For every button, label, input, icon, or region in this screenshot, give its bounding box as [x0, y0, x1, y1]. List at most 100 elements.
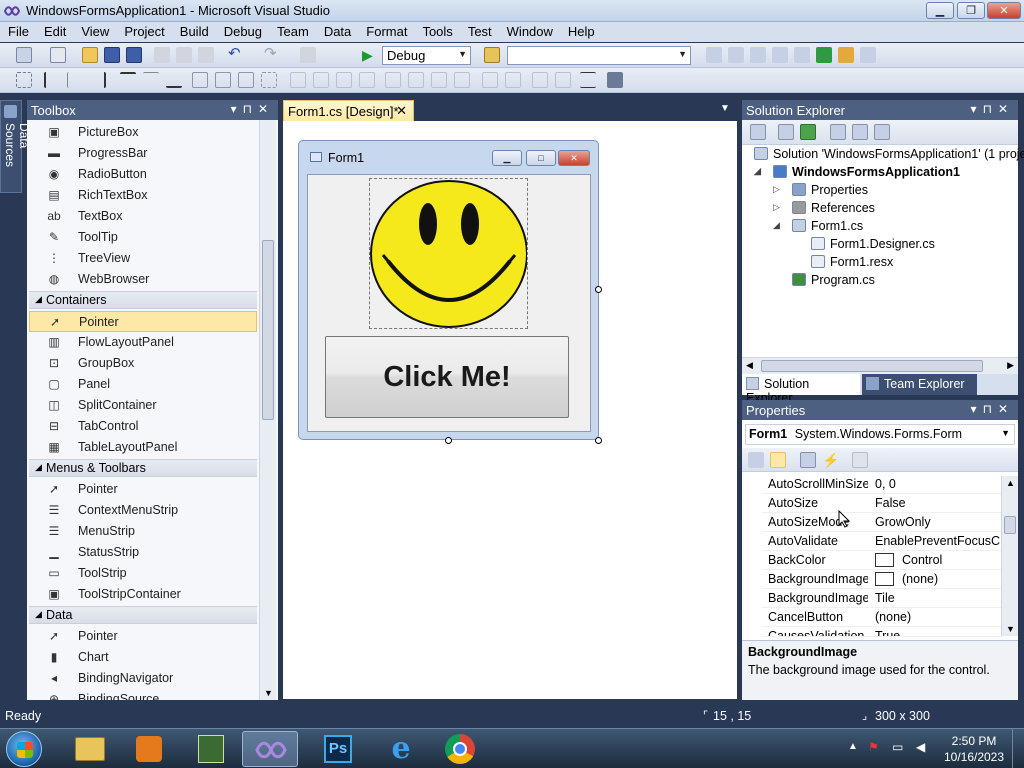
toolbox-item-webbrowser[interactable]: ◍ WebBrowser [29, 269, 257, 290]
toolbox-item-tabcontrol[interactable]: ⊟ TabControl [29, 416, 257, 437]
taskbar-media-player[interactable] [122, 731, 178, 767]
close-button[interactable]: ✕ [987, 2, 1021, 19]
click-me-button[interactable]: Click Me! [325, 336, 569, 418]
command-window-icon[interactable] [838, 47, 854, 63]
toolbox-item-menustrip[interactable]: ☰ MenuStrip [29, 521, 257, 542]
vertical-spacing-increase-icon[interactable] [408, 72, 424, 88]
tree-node[interactable]: Program.cs [792, 273, 875, 287]
tree-node[interactable]: ▷ Properties [773, 183, 868, 197]
scroll-down-icon[interactable]: ▼ [264, 688, 273, 698]
paste-icon[interactable] [198, 47, 214, 63]
toolbox-item-picturebox[interactable]: ▣ PictureBox [29, 122, 257, 143]
toolbox-item-splitcontainer[interactable]: ◫ SplitContainer [29, 395, 257, 416]
align-bottoms-icon[interactable] [166, 72, 182, 88]
property-value[interactable]: True [875, 629, 1002, 636]
window-position-icon[interactable]: ▾ [971, 102, 983, 116]
bring-to-front-icon[interactable] [532, 72, 548, 88]
toolbox-item-tablelayoutpanel[interactable]: ▦ TableLayoutPanel [29, 437, 257, 458]
property-value[interactable]: GrowOnly [875, 515, 1002, 529]
toolbox-group-containers[interactable]: ◢ Containers [29, 291, 257, 309]
volume-icon[interactable]: ◀ [916, 740, 930, 754]
horizontal-spacing-increase-icon[interactable] [313, 72, 329, 88]
resize-handle-bottom[interactable] [445, 437, 452, 444]
align-lefts-icon[interactable] [44, 72, 60, 88]
align-rights-icon[interactable] [90, 72, 106, 88]
expand-arrow-icon[interactable]: ▷ [773, 202, 780, 213]
resize-handle-corner[interactable] [595, 437, 602, 444]
menu-help[interactable]: Help [560, 22, 602, 42]
window-position-icon[interactable]: ▾ [231, 102, 243, 116]
tab-form1-design[interactable]: Form1.cs [Design]* ✕ [283, 100, 414, 121]
properties-scroll-thumb[interactable] [1004, 516, 1016, 534]
maximize-button[interactable]: ❐ [957, 2, 985, 19]
size-to-grid-icon[interactable] [261, 72, 277, 88]
tab-order-icon[interactable] [580, 72, 596, 88]
property-row[interactable]: CausesValidation True [762, 627, 1002, 637]
object-browser-icon[interactable] [750, 47, 766, 63]
toolbox-item-panel[interactable]: ▢ Panel [29, 374, 257, 395]
add-item-icon[interactable] [50, 47, 66, 63]
start-button[interactable] [6, 731, 42, 767]
other-windows-icon[interactable] [860, 47, 876, 63]
redo-icon[interactable]: ↷ [264, 46, 280, 63]
class-diagram-icon[interactable] [874, 124, 890, 140]
toolbox-item-richtextbox[interactable]: ▤ RichTextBox [29, 185, 257, 206]
toolbox-scrollbar[interactable]: ▼ [259, 120, 276, 700]
toolbox-item-textbox[interactable]: ab TextBox [29, 206, 257, 227]
tree-node[interactable]: Solution 'WindowsFormsApplication1' (1 p… [754, 147, 1024, 161]
tree-node[interactable]: ◢ Form1.cs [773, 219, 863, 233]
tree-node[interactable]: Form1.Designer.cs [811, 237, 935, 251]
view-code-icon[interactable] [830, 124, 846, 140]
vertical-spacing-remove-icon[interactable] [454, 72, 470, 88]
scroll-right-icon[interactable]: ▶ [1007, 360, 1014, 371]
menu-team[interactable]: Team [269, 22, 316, 42]
menu-view[interactable]: View [73, 22, 116, 42]
toolbox-item-pointer[interactable]: ➚ Pointer [29, 311, 257, 332]
refresh-icon[interactable] [800, 124, 816, 140]
window-position-icon[interactable]: ▾ [971, 402, 983, 416]
toolbox-item-progressbar[interactable]: ▬ ProgressBar [29, 143, 257, 164]
menu-tools[interactable]: Tools [414, 22, 459, 42]
properties-icon[interactable] [750, 124, 766, 140]
tab-dropdown-icon[interactable]: ▼ [720, 103, 730, 114]
toolbox-item-toolstripcontainer[interactable]: ▣ ToolStripContainer [29, 584, 257, 605]
vertical-spacing-equal-icon[interactable] [385, 72, 401, 88]
resize-handle-right[interactable] [595, 286, 602, 293]
show-all-files-icon[interactable] [778, 124, 794, 140]
property-row[interactable]: BackColor Control [762, 551, 1002, 570]
property-value[interactable]: Tile [875, 591, 1002, 605]
clock[interactable]: 2:50 PM 10/16/2023 [940, 733, 1008, 765]
taskbar-photoshop[interactable]: Ps [310, 731, 366, 767]
horizontal-spacing-equal-icon[interactable] [290, 72, 306, 88]
properties-window-icon[interactable] [728, 47, 744, 63]
toolbox-group-data[interactable]: ◢ Data [29, 606, 257, 624]
align-to-grid-icon[interactable] [16, 72, 32, 88]
view-designer-icon[interactable] [852, 124, 868, 140]
property-value[interactable]: False [875, 496, 1002, 510]
solution-explorer-icon[interactable] [706, 47, 722, 63]
solution-hscroll-thumb[interactable] [761, 360, 983, 372]
make-same-width-icon[interactable] [192, 72, 208, 88]
start-page-icon[interactable] [816, 47, 832, 63]
property-row[interactable]: CancelButton (none) [762, 608, 1002, 627]
solution-config-select[interactable]: Debug ▼ [382, 46, 471, 65]
menu-build[interactable]: Build [172, 22, 216, 42]
undo-icon[interactable]: ↶ [228, 46, 244, 63]
solution-hscrollbar[interactable]: ◀ ▶ [742, 357, 1018, 374]
menu-edit[interactable]: Edit [36, 22, 73, 42]
property-value[interactable]: 0, 0 [875, 477, 1002, 491]
toolbox-item-pointer[interactable]: ➚ Pointer [29, 626, 257, 647]
tree-node[interactable]: ▷ References [773, 201, 875, 215]
tab-team-explorer[interactable]: Team Explorer [862, 374, 977, 395]
scroll-up-icon[interactable]: ▲ [1006, 478, 1015, 488]
menu-test[interactable]: Test [460, 22, 499, 42]
menu-file[interactable]: File [0, 22, 36, 42]
save-icon[interactable] [104, 47, 120, 63]
horizontal-spacing-decrease-icon[interactable] [336, 72, 352, 88]
scroll-left-icon[interactable]: ◀ [746, 360, 753, 371]
property-row[interactable]: ▷AutoScrollMinSize0, 0 [762, 475, 1002, 494]
object-selector[interactable]: Form1 System.Windows.Forms.Form ▼ [745, 424, 1015, 445]
new-project-icon[interactable] [16, 47, 32, 63]
menu-format[interactable]: Format [358, 22, 414, 42]
make-same-size-icon[interactable] [238, 72, 254, 88]
